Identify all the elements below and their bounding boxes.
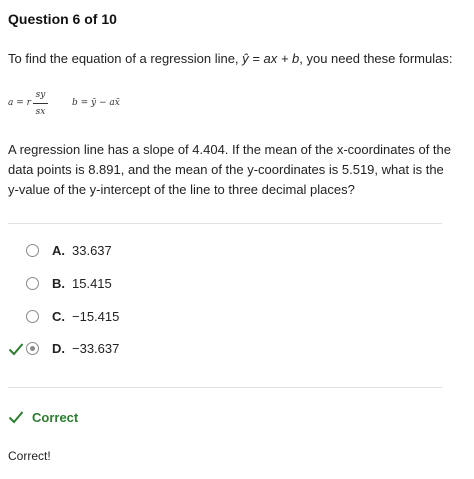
fraction-denominator: sx bbox=[35, 107, 46, 117]
check-icon bbox=[8, 343, 24, 356]
quiz-page: Question 6 of 10 To find the equation of… bbox=[0, 0, 474, 479]
intercept-formula: b = ȳ − ax̄ bbox=[72, 98, 120, 108]
option-a[interactable]: A. 33.637 bbox=[0, 240, 300, 264]
option-letter: A. bbox=[52, 243, 65, 258]
radio-icon[interactable] bbox=[26, 310, 39, 323]
fraction-bar bbox=[33, 103, 48, 104]
option-value: 15.415 bbox=[72, 276, 112, 291]
question-header: Question 6 of 10 bbox=[8, 11, 117, 27]
feedback-message: Correct! bbox=[8, 449, 51, 463]
option-b[interactable]: B. 15.415 bbox=[0, 273, 300, 297]
divider bbox=[8, 223, 442, 224]
option-letter: B. bbox=[52, 276, 65, 291]
option-value: −15.415 bbox=[72, 309, 120, 324]
formulas: a = r sy sx b = ȳ − ax̄ bbox=[8, 88, 308, 122]
fraction-numerator: sy bbox=[35, 90, 46, 100]
option-d[interactable]: D. −33.637 bbox=[0, 338, 300, 362]
slope-fraction: sy sx bbox=[33, 89, 48, 118]
question-text-line: A regression line has a slope of 4.404. … bbox=[8, 142, 451, 157]
radio-icon[interactable] bbox=[26, 244, 39, 257]
slope-formula-lhs: a = r bbox=[8, 98, 31, 108]
regression-equation: ŷ = ax + b bbox=[242, 51, 300, 66]
option-value: −33.637 bbox=[72, 341, 120, 356]
question-text-line: data points is 8.891, and the mean of th… bbox=[8, 162, 444, 177]
option-letter: D. bbox=[52, 341, 65, 356]
check-icon bbox=[8, 411, 24, 424]
divider bbox=[8, 387, 442, 388]
question-intro: To find the equation of a regression lin… bbox=[8, 50, 468, 68]
option-c[interactable]: C. −15.415 bbox=[0, 306, 300, 330]
option-letter: C. bbox=[52, 309, 65, 324]
question-text: A regression line has a slope of 4.404. … bbox=[8, 140, 470, 200]
intro-text-end: , you need these formulas: bbox=[299, 51, 453, 66]
option-value: 33.637 bbox=[72, 243, 112, 258]
radio-icon[interactable] bbox=[26, 342, 39, 355]
question-text-line: y-value of the y-intercept of the line t… bbox=[8, 182, 355, 197]
feedback-label: Correct bbox=[32, 410, 79, 425]
intro-text-start: To find the equation of a regression lin… bbox=[8, 51, 243, 66]
radio-icon[interactable] bbox=[26, 277, 39, 290]
